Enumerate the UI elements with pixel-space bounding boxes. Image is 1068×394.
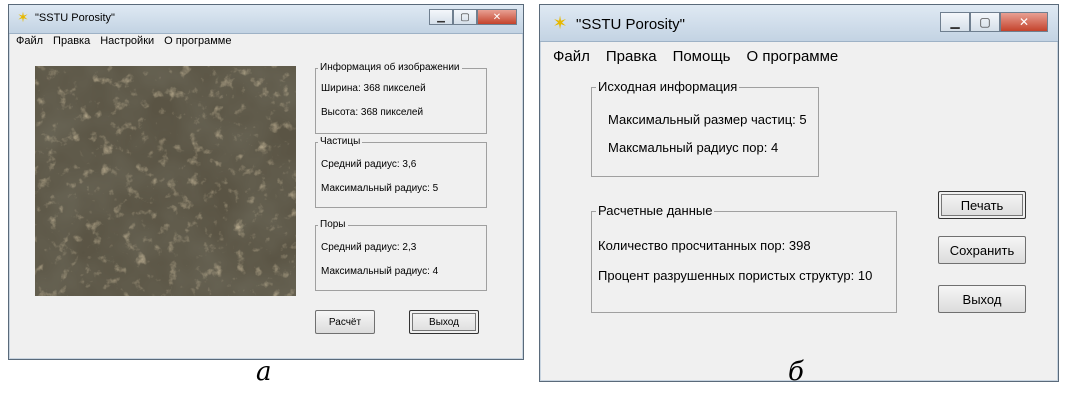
pore-count: Количество просчитанных пор: 398	[598, 238, 811, 253]
window-b: ✶ "SSTU Porosity" ▁ ▢ ✕ Файл Правка Помо…	[539, 4, 1059, 382]
maximize-icon[interactable]: ▢	[970, 12, 1000, 32]
particles-max-radius: Максимальный радиус: 5	[321, 183, 439, 194]
destroyed-percent: Процент разрушенных пористых структур: 1…	[598, 268, 873, 283]
max-particle-size: Максимальный размер частиц: 5	[608, 112, 807, 127]
source-info-group: Исходная информация Максимальный размер …	[591, 79, 819, 177]
calculate-button[interactable]: Расчёт	[315, 310, 375, 334]
exit-button[interactable]: Выход	[409, 310, 479, 334]
porosity-image	[35, 66, 296, 296]
pores-max-radius: Максимальный радиус: 4	[321, 266, 439, 277]
window-title: "SSTU Porosity"	[576, 16, 686, 33]
caption-a: а	[256, 357, 272, 387]
window-controls: ▁ ▢ ✕	[429, 9, 517, 25]
pores-avg-radius: Средний радиус: 2,3	[321, 242, 417, 253]
max-pore-radius: Максмальный радиус пор: 4	[608, 140, 779, 155]
particles-avg-radius: Средний радиус: 3,6	[321, 159, 417, 170]
minimize-icon[interactable]: ▁	[429, 9, 453, 25]
app-logo-icon: ✶	[17, 10, 29, 26]
title-bar[interactable]: ✶ "SSTU Porosity" ▁ ▢ ✕	[540, 5, 1058, 42]
menu-bar: Файл Правка Настройки О программе	[10, 35, 522, 47]
menu-edit[interactable]: Правка	[606, 48, 657, 65]
menu-about[interactable]: О программе	[747, 48, 839, 65]
exit-button[interactable]: Выход	[938, 285, 1026, 313]
minimize-icon[interactable]: ▁	[940, 12, 970, 32]
image-info-group: Информация об изображении Ширина: 368 пи…	[315, 62, 487, 134]
window-controls: ▁ ▢ ✕	[940, 12, 1048, 32]
print-button[interactable]: Печать	[938, 191, 1026, 219]
calc-data-group: Расчетные данные Количество просчитанных…	[591, 203, 897, 313]
title-bar[interactable]: ✶ "SSTU Porosity" ▁ ▢ ✕	[9, 5, 523, 34]
menu-settings[interactable]: Настройки	[100, 35, 154, 47]
caption-b: б	[788, 357, 804, 387]
menu-bar: Файл Правка Помощь О программе	[541, 48, 1057, 65]
pores-group: Поры Средний радиус: 2,3 Максимальный ра…	[315, 219, 487, 291]
window-title: "SSTU Porosity"	[35, 12, 115, 24]
source-info-legend: Исходная информация	[596, 79, 740, 94]
menu-about[interactable]: О программе	[164, 35, 231, 47]
save-button[interactable]: Сохранить	[938, 236, 1026, 264]
pores-legend: Поры	[318, 219, 348, 230]
app-logo-icon: ✶	[552, 12, 568, 34]
menu-help[interactable]: Помощь	[673, 48, 731, 65]
close-icon[interactable]: ✕	[1000, 12, 1048, 32]
menu-edit[interactable]: Правка	[53, 35, 90, 47]
maximize-icon[interactable]: ▢	[453, 9, 477, 25]
menu-file[interactable]: Файл	[16, 35, 43, 47]
image-info-legend: Информация об изображении	[318, 62, 462, 73]
image-height-value: Высота: 368 пикселей	[321, 107, 424, 118]
menu-file[interactable]: Файл	[553, 48, 590, 65]
window-a: ✶ "SSTU Porosity" ▁ ▢ ✕ Файл Правка Наст…	[8, 4, 524, 360]
particles-legend: Частицы	[318, 136, 363, 147]
calc-data-legend: Расчетные данные	[596, 203, 715, 218]
image-width-value: Ширина: 368 пикселей	[321, 83, 426, 94]
close-icon[interactable]: ✕	[477, 9, 517, 25]
particles-group: Частицы Средний радиус: 3,6 Максимальный…	[315, 136, 487, 208]
